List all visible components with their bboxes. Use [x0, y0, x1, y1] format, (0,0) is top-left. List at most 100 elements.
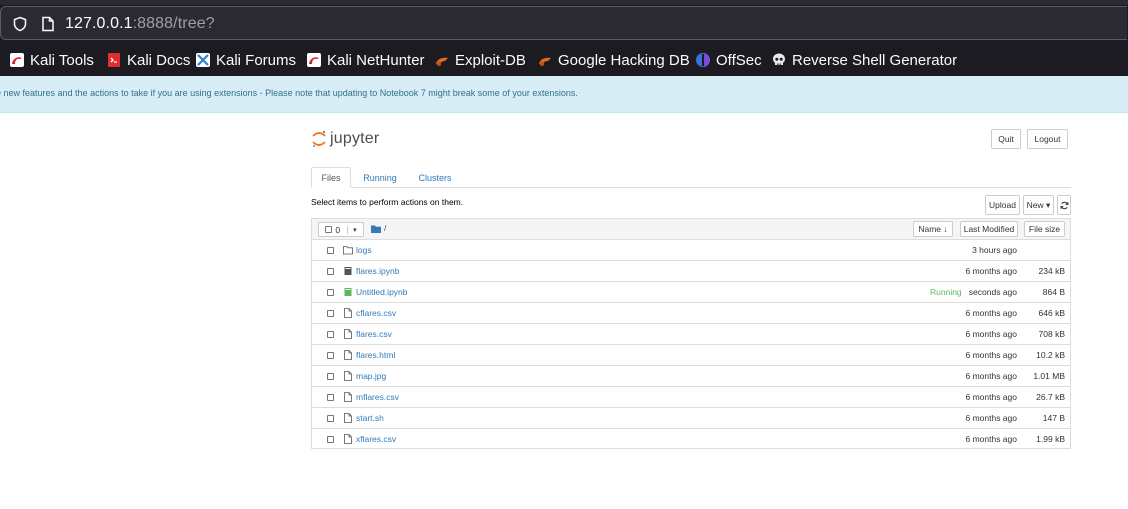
file-row[interactable]: cflares.csv 6 months ago 646 kB [312, 303, 1070, 324]
file-name-link[interactable]: mflares.csv [356, 392, 399, 402]
logout-button[interactable]: Logout [1027, 129, 1068, 149]
offsec-icon [696, 53, 710, 67]
bookmark-kali-docs[interactable]: Kali Docs [106, 50, 190, 70]
bookmark-kali-nethunter[interactable]: Kali NetHunter [306, 50, 425, 70]
kali-docs-icon [108, 53, 120, 67]
file-icon [344, 413, 352, 423]
selection-hint: Select items to perform actions on them. [311, 197, 464, 207]
file-list-header: 0 ▾ / Name ↓ Last Modified File size [312, 219, 1070, 240]
file-row[interactable]: flares.ipynb 6 months ago 234 kB [312, 261, 1070, 282]
row-checkbox[interactable] [327, 331, 334, 338]
file-modified: 6 months ago [965, 371, 1017, 381]
folder-icon [343, 246, 353, 255]
file-row[interactable]: map.jpg 6 months ago 1.01 MB [312, 366, 1070, 387]
file-row[interactable]: start.sh 6 months ago 147 B [312, 408, 1070, 429]
file-list: 0 ▾ / Name ↓ Last Modified File size log… [311, 218, 1071, 449]
notification-banner: e new features and the actions to take i… [0, 76, 1128, 113]
row-checkbox[interactable] [327, 415, 334, 422]
file-size: 234 kB [1038, 266, 1065, 276]
current-path[interactable]: / [384, 223, 386, 233]
file-name-link[interactable]: start.sh [356, 413, 384, 423]
file-modified: 6 months ago [965, 434, 1017, 444]
file-icon [344, 308, 352, 318]
tab-clusters[interactable]: Clusters [413, 167, 457, 188]
file-modified: 3 hours ago [972, 245, 1017, 255]
notebook-icon [344, 267, 352, 275]
bookmark-exploit-db[interactable]: Exploit-DB [434, 50, 526, 70]
url-text[interactable]: 127.0.0.1:8888/tree? [65, 15, 215, 33]
row-checkbox[interactable] [327, 247, 334, 254]
row-checkbox[interactable] [327, 289, 334, 296]
address-bar[interactable]: 127.0.0.1:8888/tree? [0, 6, 1127, 40]
file-name-link[interactable]: flares.csv [356, 329, 392, 339]
file-row[interactable]: xflares.csv 6 months ago 1.99 kB [312, 429, 1070, 450]
row-checkbox[interactable] [327, 394, 334, 401]
bookmark-label: Google Hacking DB [558, 51, 690, 69]
bookmark-kali-tools[interactable]: Kali Tools [9, 50, 94, 70]
kali-forums-icon [196, 53, 210, 67]
select-all-checkbox[interactable] [325, 226, 333, 233]
file-name-link[interactable]: cflares.csv [356, 308, 396, 318]
file-modified: seconds ago [968, 287, 1017, 297]
file-row[interactable]: Untitled.ipynb Running seconds ago 864 B [312, 282, 1070, 303]
notebook-running-icon [344, 288, 352, 296]
browser-toolbar: 127.0.0.1:8888/tree? [0, 0, 1128, 44]
sort-by-name-button[interactable]: Name ↓ [913, 221, 953, 237]
row-checkbox[interactable] [327, 373, 334, 380]
shield-icon[interactable] [12, 16, 28, 32]
file-row[interactable]: flares.html 6 months ago 10.2 kB [312, 345, 1070, 366]
file-size: 10.2 kB [1036, 350, 1065, 360]
row-checkbox[interactable] [327, 310, 334, 317]
file-name-link[interactable]: xflares.csv [356, 434, 396, 444]
file-row[interactable]: flares.csv 6 months ago 708 kB [312, 324, 1070, 345]
file-name-link[interactable]: map.jpg [356, 371, 386, 381]
file-icon [344, 371, 352, 381]
file-name-link[interactable]: Untitled.ipynb [356, 287, 408, 297]
file-row[interactable]: logs 3 hours ago [312, 240, 1070, 261]
file-size: 708 kB [1038, 329, 1065, 339]
select-all-dropdown[interactable]: 0 ▾ [318, 222, 364, 237]
upload-button[interactable]: Upload [985, 195, 1020, 215]
file-modified: 6 months ago [965, 413, 1017, 423]
file-row[interactable]: mflares.csv 6 months ago 26.7 kB [312, 387, 1070, 408]
quit-button[interactable]: Quit [991, 129, 1021, 149]
row-checkbox[interactable] [327, 268, 334, 275]
folder-icon[interactable] [371, 225, 381, 233]
file-name-link[interactable]: logs [356, 245, 372, 255]
kali-dragon-icon [307, 53, 321, 67]
row-checkbox[interactable] [327, 352, 334, 359]
file-name-link[interactable]: flares.ipynb [356, 266, 399, 276]
bookmarks-toolbar: Kali Tools Kali Docs Kali Forums Kali Ne… [0, 44, 1128, 76]
bookmark-kali-forums[interactable]: Kali Forums [195, 50, 296, 70]
bookmark-label: Kali Tools [30, 51, 94, 69]
file-size: 26.7 kB [1036, 392, 1065, 402]
exploit-db-icon [436, 57, 448, 66]
bookmark-google-hacking-db[interactable]: Google Hacking DB [537, 50, 690, 70]
file-icon [344, 350, 352, 360]
bookmark-reverse-shell-generator[interactable]: Reverse Shell Generator [771, 50, 957, 70]
sort-by-size-button[interactable]: File size [1024, 221, 1065, 237]
file-size: 147 B [1042, 413, 1065, 423]
running-status: Running [930, 287, 962, 297]
bookmark-offsec[interactable]: OffSec [695, 50, 762, 70]
file-size: 864 B [1042, 287, 1065, 297]
file-modified: 6 months ago [965, 308, 1017, 318]
sort-by-modified-button[interactable]: Last Modified [960, 221, 1018, 237]
refresh-button[interactable] [1057, 195, 1071, 215]
jupyter-logo[interactable]: jupyter [311, 128, 379, 150]
skull-icon [773, 53, 785, 65]
file-name-link[interactable]: flares.html [356, 350, 395, 360]
new-dropdown-button[interactable]: New ▾ [1023, 195, 1054, 215]
tab-running[interactable]: Running [357, 167, 403, 188]
logo-text: jupyter [330, 130, 380, 147]
tab-files[interactable]: Files [311, 167, 351, 188]
row-checkbox[interactable] [327, 436, 334, 443]
bookmark-label: Reverse Shell Generator [792, 51, 958, 69]
file-size: 1.99 kB [1036, 434, 1065, 444]
caret-down-icon: ▾ [347, 225, 357, 234]
file-modified: 6 months ago [965, 350, 1017, 360]
file-icon [344, 434, 352, 444]
bookmark-label: Kali Docs [127, 51, 191, 69]
bookmark-label: OffSec [716, 51, 762, 69]
bookmark-label: Exploit-DB [455, 51, 526, 69]
